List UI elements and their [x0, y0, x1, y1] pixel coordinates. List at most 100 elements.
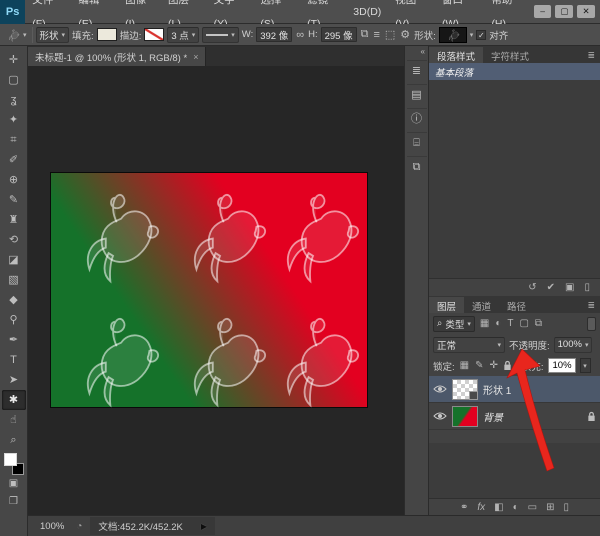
tab-paragraph-styles[interactable]: 段落样式 — [429, 47, 483, 63]
lock-pixels-icon[interactable]: ✎ — [474, 360, 484, 371]
lock-transparency-icon[interactable]: ▦ — [459, 360, 470, 371]
history-brush-tool[interactable]: ⟲ — [2, 230, 26, 250]
lasso-tool[interactable]: ʓ — [2, 90, 26, 110]
blur-tool[interactable]: ◆ — [2, 290, 26, 310]
screen-mode-button[interactable]: ❐ — [2, 493, 26, 511]
add-mask-icon[interactable]: ◧ — [494, 502, 503, 513]
style-item-basic-paragraph[interactable]: 基本段落 — [429, 63, 600, 80]
menu-3d[interactable]: 3D(D) — [346, 0, 388, 24]
fill-color-swatch[interactable] — [97, 28, 117, 41]
expand-panels-icon[interactable]: « — [421, 46, 428, 58]
stroke-width-field[interactable]: 3 点 ▾ — [167, 27, 199, 43]
shape-picker[interactable] — [439, 27, 467, 43]
maximize-button[interactable]: ▢ — [555, 5, 573, 18]
filter-shape-layers-icon[interactable]: ▢ — [518, 318, 529, 329]
adjustment-layer-icon[interactable]: ◐ — [513, 502, 519, 513]
shape-ornaments — [51, 173, 369, 409]
shape-width-field[interactable]: 392 像 — [256, 27, 292, 42]
stroke-style-select[interactable]: ▾ — [202, 27, 239, 43]
filter-smart-objects-icon[interactable]: ⧉ — [534, 318, 543, 329]
tool-mode-select[interactable]: 形状 ▾ — [36, 27, 70, 43]
brush-tool[interactable]: ✎ — [2, 190, 26, 210]
healing-brush-tool[interactable]: ⊕ — [2, 170, 26, 190]
zoom-level-field[interactable]: 100% — [36, 520, 68, 533]
path-selection-tool[interactable]: ➤ — [2, 370, 26, 390]
layer-thumbnail — [452, 406, 478, 427]
collapsed-panel-icon-1[interactable]: ≣ — [407, 60, 427, 80]
close-tab-icon[interactable]: × — [193, 52, 198, 62]
caret-down-icon: ▾ — [497, 341, 501, 349]
link-dimensions-icon[interactable]: ∞ — [295, 29, 305, 41]
gradient-tool[interactable]: ▧ — [2, 270, 26, 290]
crop-tool[interactable]: ⌗ — [2, 130, 26, 150]
caret-down-icon: ▾ — [583, 362, 587, 370]
layer-filter-select[interactable]: ⌕ 类型 ▾ — [433, 316, 475, 332]
new-style-icon[interactable]: ▣ — [565, 282, 574, 293]
layer-styles-icon[interactable]: fx — [477, 502, 485, 513]
eyedropper-tool[interactable]: ✐ — [2, 150, 26, 170]
tab-character-styles[interactable]: 字符样式 — [483, 47, 537, 63]
status-options-arrow[interactable]: ▶ — [201, 522, 207, 531]
panel-menu-icon[interactable]: ≣ — [582, 48, 600, 63]
minimize-button[interactable]: – — [534, 5, 552, 18]
close-button[interactable]: ✕ — [577, 5, 595, 18]
path-operations-button[interactable]: ⧉ — [360, 28, 370, 41]
filter-type-layers-icon[interactable]: T — [506, 318, 514, 329]
new-group-icon[interactable]: ▭ — [528, 502, 537, 513]
layer-row-shape1[interactable]: 形状 1 — [429, 376, 600, 403]
quick-mask-button[interactable]: ▣ — [2, 475, 26, 493]
clone-stamp-tool[interactable]: ♜ — [2, 210, 26, 230]
delete-layer-icon[interactable]: ▯ — [564, 502, 570, 513]
eraser-tool[interactable]: ◪ — [2, 250, 26, 270]
gear-icon[interactable]: ⚙ — [399, 28, 411, 41]
filter-toggle[interactable] — [587, 317, 596, 331]
path-arrangement-button[interactable]: ⬚ — [384, 28, 396, 41]
pen-tool[interactable]: ✒ — [2, 330, 26, 350]
link-layers-icon[interactable]: ⚭ — [460, 502, 468, 513]
type-tool[interactable]: T — [2, 350, 26, 370]
visibility-eye-icon[interactable] — [433, 384, 447, 394]
layer-row-background[interactable]: 背景 — [429, 403, 600, 430]
document-canvas[interactable] — [50, 172, 368, 408]
foreground-color-swatch[interactable] — [4, 453, 17, 466]
shape-height-field[interactable]: 295 像 — [321, 27, 357, 42]
collapsed-panel-icon-2[interactable]: ▤ — [407, 84, 427, 104]
collapsed-panel-icon-4[interactable]: ⌸ — [407, 132, 427, 152]
panel-tabs: 图层 通道 路径 ≣ — [429, 296, 600, 313]
document-tab[interactable]: 未标题-1 @ 100% (形状 1, RGB/8) * × — [28, 47, 206, 66]
zoom-tool[interactable]: ⌕ — [2, 430, 26, 450]
opacity-field[interactable]: 100% ▾ — [554, 337, 593, 353]
marquee-tool[interactable]: ▢ — [2, 70, 26, 90]
height-label: H: — [308, 29, 318, 40]
lock-position-icon[interactable]: ✛ — [488, 360, 498, 371]
quick-selection-tool[interactable]: ✦ — [2, 110, 26, 130]
collapsed-panel-icon-3[interactable]: ⓘ — [407, 108, 427, 128]
custom-shape-tool[interactable]: ✱ — [2, 390, 26, 410]
stroke-color-swatch[interactable] — [144, 28, 164, 41]
stroke-style-preview — [206, 34, 228, 36]
fill-opacity-field[interactable]: 10% — [548, 358, 576, 373]
tool-preset-picker[interactable]: ▾ — [3, 28, 29, 42]
apply-icon[interactable]: ✔ — [547, 282, 555, 293]
reset-icon[interactable]: ↺ — [528, 282, 536, 293]
panel-menu-icon[interactable]: ≣ — [582, 298, 600, 313]
blend-mode-select[interactable]: 正常 ▾ — [433, 337, 505, 353]
tool-mode-value: 形状 — [40, 28, 59, 42]
collapsed-panel-icon-5[interactable]: ⧉ — [407, 156, 427, 176]
color-swatches[interactable] — [2, 453, 26, 475]
new-layer-icon[interactable]: ⊞ — [546, 502, 554, 513]
dodge-tool[interactable]: ⚲ — [2, 310, 26, 330]
visibility-eye-icon[interactable] — [433, 411, 447, 421]
fill-opacity-dropdown[interactable]: ▾ — [580, 358, 591, 373]
path-alignment-button[interactable]: ≡ — [372, 29, 380, 41]
hand-tool[interactable]: ☝ — [2, 410, 26, 430]
move-tool[interactable]: ✛ — [2, 50, 26, 70]
tab-channels[interactable]: 通道 — [464, 297, 499, 313]
align-edges-checkbox[interactable]: ✓ — [476, 30, 486, 40]
delete-style-icon[interactable]: ▯ — [584, 282, 590, 293]
filter-pixel-layers-icon[interactable]: ▦ — [479, 318, 490, 329]
filter-adjustment-layers-icon[interactable]: ◐ — [494, 318, 502, 329]
lock-all-icon[interactable] — [503, 360, 512, 371]
tab-layers[interactable]: 图层 — [429, 297, 464, 313]
tab-paths[interactable]: 路径 — [499, 297, 534, 313]
